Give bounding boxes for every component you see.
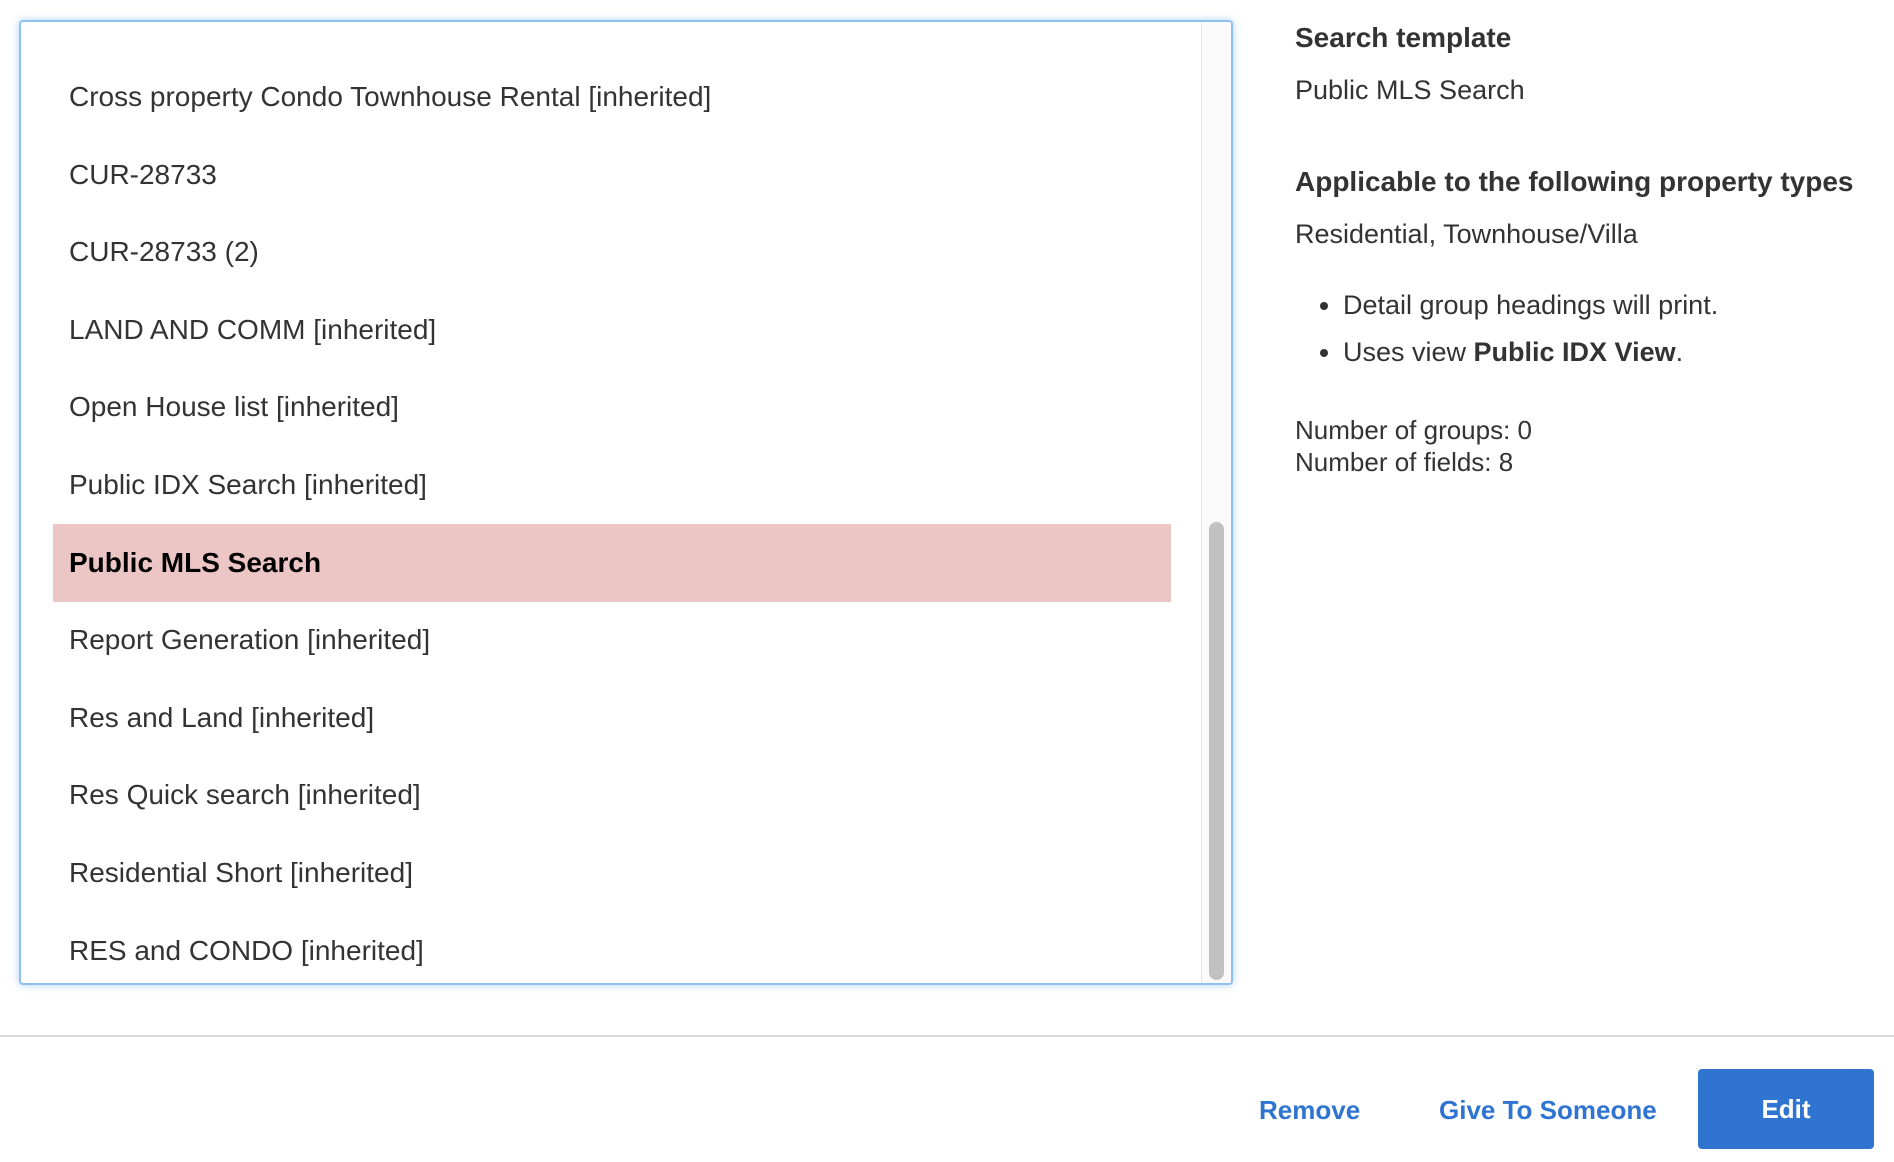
property-types-heading: Applicable to the following property typ… xyxy=(1295,166,1854,197)
view-name: Public IDX View xyxy=(1473,337,1676,367)
give-to-someone-button[interactable]: Give To Someone xyxy=(1439,1070,1657,1150)
remove-button[interactable]: Remove xyxy=(1259,1070,1360,1150)
list-item[interactable]: Res Quick search [inherited] xyxy=(53,756,1171,834)
list-item[interactable]: Res and Land [inherited] xyxy=(53,679,1171,757)
list-item[interactable]: LAND AND COMM [inherited] xyxy=(53,291,1171,369)
list-item-label: CUR-28733 (2) xyxy=(69,236,259,268)
list-items-container: Cross property Condo Townhouse Rental [i… xyxy=(21,22,1201,983)
list-item[interactable]: Cross property Condo Townhouse Rental [i… xyxy=(53,58,1171,136)
list-item-label: RES and CONDO [inherited] xyxy=(69,934,424,966)
list-item-label: CUR-28733 xyxy=(69,158,217,190)
fields-count: Number of fields: 8 xyxy=(1295,447,1514,477)
list-item[interactable]: CUR-28733 (2) xyxy=(53,213,1171,291)
scrollbar[interactable] xyxy=(1201,22,1231,983)
list-item[interactable]: Open House list [inherited] xyxy=(53,368,1171,446)
bullet-view-prefix: Uses view xyxy=(1343,337,1474,367)
counts: Number of groups: 0 Number of fields: 8 xyxy=(1295,414,1885,478)
search-template-heading: Search template xyxy=(1295,22,1512,53)
list-item-label: Res Quick search [inherited] xyxy=(69,779,421,811)
list-item-label: Public MLS Search xyxy=(69,546,322,578)
footer-divider xyxy=(0,1035,1894,1037)
list-item[interactable]: Residential Short [inherited] xyxy=(53,834,1171,912)
list-item[interactable]: Report Generation [inherited] xyxy=(53,601,1171,679)
search-template-list[interactable]: Cross property Condo Townhouse Rental [i… xyxy=(19,20,1233,985)
list-item-label: Report Generation [inherited] xyxy=(69,624,431,656)
page: Cross property Condo Townhouse Rental [i… xyxy=(0,0,1894,1162)
edit-button[interactable]: Edit xyxy=(1698,1069,1874,1149)
detail-panel: Search template Public MLS Search Applic… xyxy=(1295,18,1885,478)
list-item-label: LAND AND COMM [inherited] xyxy=(69,313,437,345)
detail-bullets: Detail group headings will print. Uses v… xyxy=(1295,282,1885,376)
list-item[interactable]: Public MLS Search xyxy=(53,523,1171,602)
list-item-label: Public IDX Search [inherited] xyxy=(69,469,427,500)
list-item[interactable]: Public IDX Search [inherited] xyxy=(53,446,1171,524)
bullet-headings-text: Detail group headings will print. xyxy=(1343,290,1719,320)
property-types-value: Residential, Townhouse/Villa xyxy=(1295,219,1638,249)
scrollbar-thumb[interactable] xyxy=(1209,522,1224,980)
list-item[interactable]: CUR-28733 xyxy=(53,136,1171,214)
search-template-value: Public MLS Search xyxy=(1295,75,1525,105)
groups-count: Number of groups: 0 xyxy=(1295,415,1533,445)
list-item[interactable]: RES and CONDO [inherited] xyxy=(53,912,1171,983)
bullet-view-suffix: . xyxy=(1675,337,1684,367)
list-item-label: Residential Short [inherited] xyxy=(69,857,413,888)
bullet-headings: Detail group headings will print. xyxy=(1343,282,1885,329)
list-item-label: Open House list [inherited] xyxy=(69,391,399,423)
list-item-label: Res and Land [inherited] xyxy=(69,701,375,733)
bullet-view: Uses view Public IDX View. xyxy=(1343,329,1885,376)
list-item-label: Cross property Condo Townhouse Rental [i… xyxy=(69,81,712,112)
